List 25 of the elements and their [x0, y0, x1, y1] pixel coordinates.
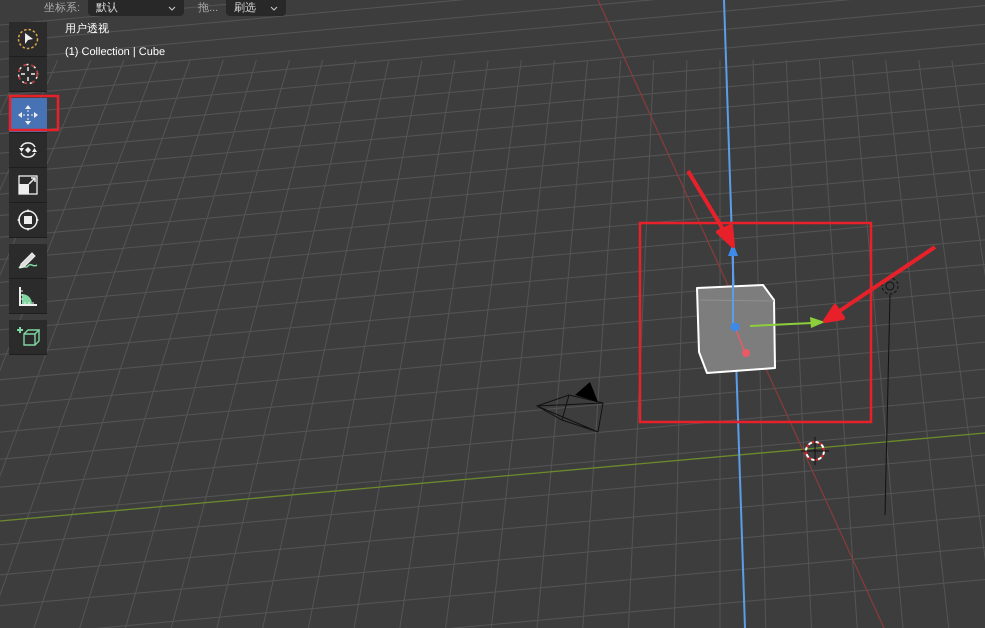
measure-icon [16, 284, 40, 308]
orientation-dropdown[interactable]: 默认 [88, 0, 184, 16]
caret-icon [270, 6, 278, 10]
camera-drawing [536, 382, 604, 433]
transform-icon [16, 208, 40, 232]
rotate-tool-button[interactable] [9, 133, 47, 168]
3d-cursor-icon [800, 436, 830, 466]
drag-label: 拖... [198, 1, 218, 15]
caret-icon [168, 6, 176, 10]
scale-icon [16, 173, 40, 197]
annotate-tool-button[interactable] [9, 244, 47, 279]
select-icon [16, 27, 40, 51]
move-icon [16, 103, 40, 127]
add-cube-tool-button[interactable] [9, 320, 47, 355]
select-tool-button[interactable] [9, 22, 47, 57]
cursor-icon [16, 62, 40, 86]
object-info: (1) Collection | Cube [65, 44, 166, 60]
drag-dropdown[interactable]: 刷选 [226, 0, 286, 16]
transform-tool-button[interactable] [9, 203, 47, 238]
view-name: 用户透视 [65, 22, 110, 37]
scale-tool-button[interactable] [9, 168, 47, 203]
cursor-tool-button[interactable] [9, 57, 47, 92]
orientation-label: 坐标系: [44, 1, 80, 15]
highlight-frame [8, 94, 60, 132]
measure-tool-button[interactable] [9, 279, 47, 314]
